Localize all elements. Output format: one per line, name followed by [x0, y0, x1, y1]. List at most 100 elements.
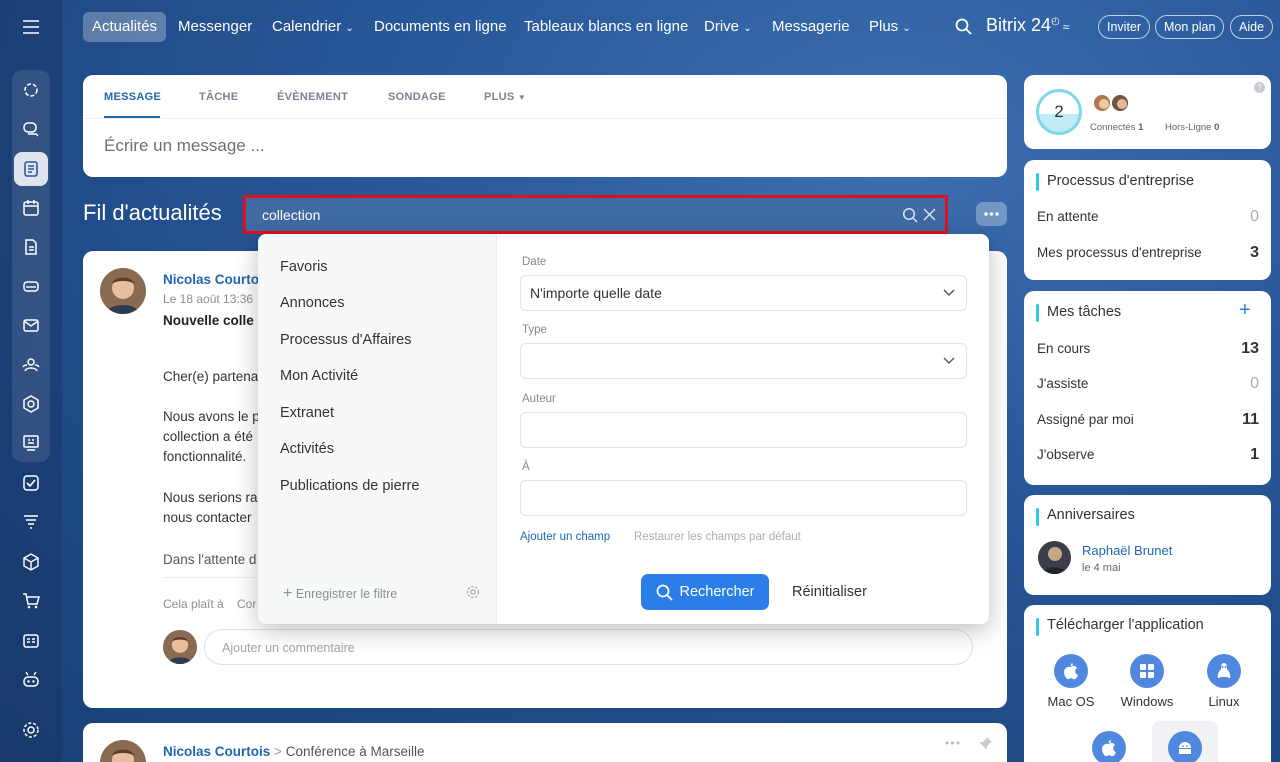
- message-input[interactable]: Écrire un message ...: [104, 136, 265, 156]
- rail-card-icon[interactable]: [14, 624, 48, 658]
- tasks-row-value[interactable]: 1: [1250, 446, 1259, 464]
- like-link[interactable]: Cela plaît à: [163, 597, 224, 611]
- rail-robot-icon[interactable]: [14, 663, 48, 697]
- app-label-windows[interactable]: Windows: [1112, 694, 1182, 709]
- connected-stat[interactable]: Connectés 1: [1090, 122, 1143, 133]
- processes-row-value[interactable]: 0: [1250, 208, 1259, 226]
- filter-preset-mon-activite[interactable]: Mon Activité: [280, 368, 358, 384]
- processes-row-label[interactable]: Mes processus d'entreprise: [1037, 245, 1202, 260]
- rail-box-icon[interactable]: [14, 545, 48, 579]
- plus-icon[interactable]: +: [1239, 299, 1251, 322]
- to-input[interactable]: [520, 480, 967, 516]
- filter-preset-annonces[interactable]: Annonces: [280, 295, 345, 311]
- brand-logo[interactable]: Bitrix 24◴ ≈: [986, 15, 1069, 36]
- hamburger-icon[interactable]: [14, 10, 48, 44]
- my-plan-button[interactable]: Mon plan: [1155, 15, 1225, 39]
- nav-item-drive[interactable]: Drive ⌄: [704, 12, 752, 42]
- app-label-linux[interactable]: Linux: [1189, 694, 1259, 709]
- tasks-title[interactable]: Mes tâches: [1047, 304, 1121, 320]
- offline-stat[interactable]: Hors-Ligne 0: [1165, 122, 1219, 133]
- tasks-row-label[interactable]: En cours: [1037, 341, 1090, 356]
- search-button[interactable]: Rechercher: [641, 574, 769, 610]
- rail-chat-icon[interactable]: [14, 112, 48, 146]
- processes-row-label[interactable]: En attente: [1037, 209, 1099, 224]
- type-select[interactable]: [520, 343, 967, 379]
- close-icon[interactable]: [923, 208, 936, 221]
- avatar[interactable]: [1038, 541, 1071, 574]
- apps-title[interactable]: Télécharger l'application: [1047, 617, 1204, 633]
- online-count[interactable]: 2: [1036, 89, 1082, 135]
- windows-icon[interactable]: [1130, 654, 1164, 688]
- rail-docs-icon[interactable]: [14, 230, 48, 264]
- tab-tache[interactable]: TÂCHE: [199, 91, 238, 103]
- rail-hex-icon[interactable]: [14, 387, 48, 421]
- filter-preset-publications[interactable]: Publications de pierre: [280, 478, 419, 494]
- tab-evenement[interactable]: ÉVÈNEMENT: [277, 91, 348, 103]
- filter-preset-processus[interactable]: Processus d'Affaires: [280, 332, 411, 348]
- comment-input[interactable]: Ajouter un commentaire: [204, 629, 973, 665]
- tasks-row-value[interactable]: 11: [1242, 411, 1259, 429]
- date-select[interactable]: N'importe quelle date: [520, 275, 967, 311]
- android-icon[interactable]: [1168, 731, 1202, 762]
- post-author[interactable]: Nicolas Courto: [163, 272, 259, 287]
- birthday-name[interactable]: Raphaël Brunet: [1082, 543, 1172, 558]
- author-input[interactable]: [520, 412, 967, 448]
- nav-item-actualites[interactable]: Actualités: [83, 12, 167, 42]
- tab-message[interactable]: MESSAGE: [104, 91, 161, 103]
- restore-fields-link[interactable]: Restaurer les champs par défaut: [634, 531, 801, 543]
- tab-sondage[interactable]: SONDAGE: [388, 91, 446, 103]
- birthdays-title[interactable]: Anniversaires: [1047, 507, 1135, 523]
- save-filter-button[interactable]: + Enregistrer le filtre: [283, 585, 397, 603]
- rail-tasks-icon[interactable]: [14, 466, 48, 500]
- avatar[interactable]: [1110, 93, 1130, 113]
- nav-item-calendrier[interactable]: Calendrier ⌄: [272, 12, 354, 42]
- rail-feed-icon[interactable]: [14, 73, 48, 107]
- rail-calendar-icon[interactable]: [14, 191, 48, 225]
- invite-button[interactable]: Inviter: [1098, 15, 1151, 39]
- tasks-row-value[interactable]: 13: [1241, 340, 1259, 358]
- filter-preset-extranet[interactable]: Extranet: [280, 405, 334, 421]
- comment-link[interactable]: Cor: [237, 597, 256, 611]
- nav-item-messenger[interactable]: Messenger: [178, 12, 252, 42]
- gear-icon[interactable]: [466, 585, 480, 599]
- rail-board-icon[interactable]: [14, 426, 48, 460]
- rail-groups-icon[interactable]: [14, 348, 48, 382]
- rail-mail-icon[interactable]: [14, 308, 48, 342]
- rail-news-icon[interactable]: [14, 152, 48, 186]
- tasks-row-value[interactable]: 0: [1250, 375, 1259, 393]
- avatar[interactable]: [1092, 93, 1112, 113]
- help-icon[interactable]: ?: [1254, 82, 1265, 93]
- processes-row-value[interactable]: 3: [1250, 244, 1259, 262]
- avatar[interactable]: [100, 268, 146, 314]
- search-icon[interactable]: [955, 18, 972, 35]
- more-icon[interactable]: [945, 741, 960, 745]
- nav-item-documents[interactable]: Documents en ligne: [374, 12, 507, 42]
- gear-icon[interactable]: [14, 713, 48, 747]
- post-date[interactable]: Le 18 août 13:36: [163, 292, 253, 306]
- filter-preset-favoris[interactable]: Favoris: [280, 259, 328, 275]
- tasks-row-label[interactable]: J'observe: [1037, 447, 1094, 462]
- processes-title[interactable]: Processus d'entreprise: [1047, 173, 1194, 189]
- post-target[interactable]: Conférence à Marseille: [286, 744, 425, 759]
- avatar[interactable]: [100, 740, 146, 762]
- add-field-link[interactable]: Ajouter un champ: [520, 531, 610, 543]
- filter-preset-activites[interactable]: Activités: [280, 441, 334, 457]
- tasks-row-label[interactable]: J'assiste: [1037, 376, 1088, 391]
- nav-item-messagerie[interactable]: Messagerie: [772, 12, 850, 42]
- more-icon[interactable]: [976, 202, 1007, 226]
- help-button[interactable]: Aide: [1230, 15, 1274, 39]
- nav-item-tableaux[interactable]: Tableaux blancs en ligne: [524, 12, 688, 42]
- pin-icon[interactable]: [979, 736, 993, 750]
- rail-funnel-icon[interactable]: [14, 505, 48, 539]
- rail-cart-icon[interactable]: [14, 584, 48, 618]
- apple-icon[interactable]: [1054, 654, 1088, 688]
- reset-button[interactable]: Réinitialiser: [792, 584, 867, 600]
- tab-plus[interactable]: PLUS ▼: [484, 91, 526, 103]
- post-author[interactable]: Nicolas Courtois: [163, 744, 270, 759]
- linux-icon[interactable]: [1207, 654, 1241, 688]
- app-label-macos[interactable]: Mac OS: [1036, 694, 1106, 709]
- rail-drive-icon[interactable]: [14, 269, 48, 303]
- nav-item-plus[interactable]: Plus ⌄: [869, 12, 911, 42]
- search-icon[interactable]: [902, 207, 918, 223]
- search-input[interactable]: collection: [243, 195, 948, 234]
